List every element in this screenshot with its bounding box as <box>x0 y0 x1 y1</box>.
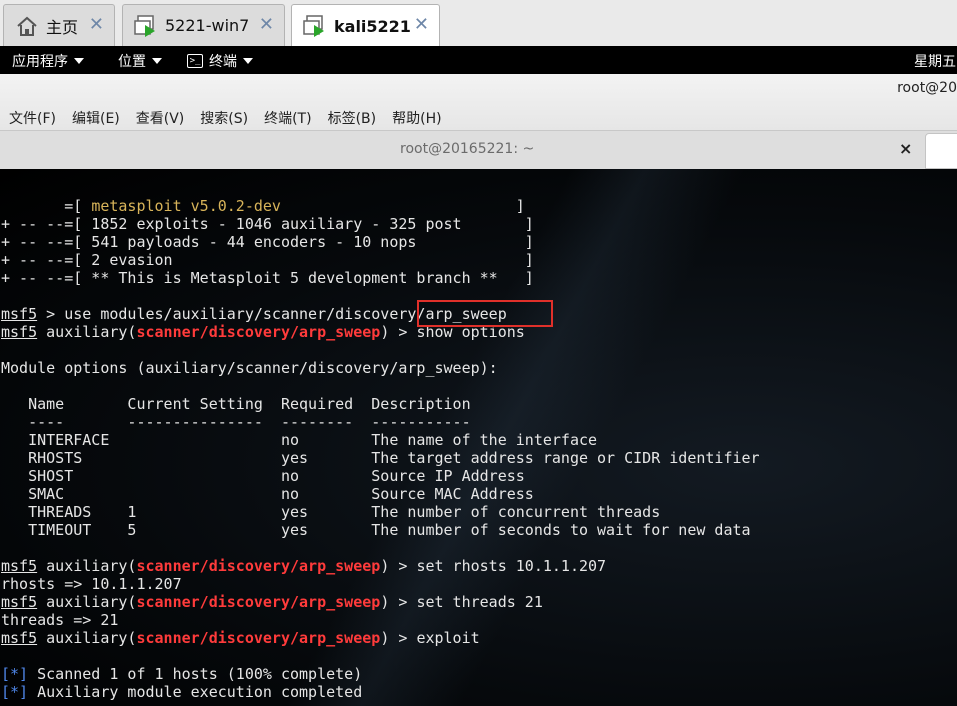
vm-tab-kali[interactable]: kali5221 ✕ <box>291 4 440 47</box>
vm-tab-label: kali5221 <box>334 16 411 36</box>
vm-tab-strip: 主页 ✕ 5221-win7 ✕ kali5221 ✕ <box>0 0 957 47</box>
close-icon[interactable]: ✕ <box>89 16 104 34</box>
status-line: [*] Scanned 1 of 1 hosts (100% complete) <box>1 665 760 683</box>
home-icon <box>14 13 40 39</box>
clock[interactable]: 星期五 <box>914 51 956 71</box>
prompt: msf5 <box>1 305 38 323</box>
prompt: msf5 <box>1 323 38 341</box>
places-menu-label: 位置 <box>118 54 146 70</box>
banner-line: + -- --=[ 1852 exploits - 1046 auxiliary… <box>1 215 534 233</box>
banner-version: metasploit v5.0.2-dev <box>91 197 281 215</box>
options-table-row: SMAC no Source MAC Address <box>1 485 534 503</box>
command-line: msf5 > use modules/auxiliary/scanner/dis… <box>1 305 760 323</box>
desktop-top-panel: 应用程序 位置 >_ 终端 星期五 <box>0 46 957 74</box>
menu-file[interactable]: 文件(F) <box>9 108 56 128</box>
prompt-module-prefix: auxiliary( <box>37 557 137 575</box>
banner-line: =[ metasploit v5.0.2-dev ] <box>1 197 760 215</box>
prompt-module-prefix: auxiliary( <box>37 593 137 611</box>
chevron-down-icon <box>243 58 253 64</box>
terminal-menu-label: 终端 <box>209 54 237 70</box>
command-output: rhosts => 10.1.1.207 <box>1 575 182 593</box>
banner-line: + -- --=[ 2 evasion ] <box>1 251 534 269</box>
prompt: msf5 <box>1 593 38 611</box>
prompt-module-suffix: ) > <box>380 557 417 575</box>
terminal-app-menu[interactable]: >_ 终端 <box>187 51 253 71</box>
menu-search[interactable]: 搜索(S) <box>200 108 248 128</box>
menu-edit[interactable]: 编辑(E) <box>72 108 120 128</box>
menubar: 文件(F) 编辑(E) 查看(V) 搜索(S) 终端(T) 标签(B) 帮助(H… <box>0 108 450 128</box>
command-line: msf5 auxiliary(scanner/discovery/arp_swe… <box>1 323 760 341</box>
menu-view[interactable]: 查看(V) <box>136 108 185 128</box>
applications-menu-label: 应用程序 <box>12 54 68 70</box>
prompt-module-prefix: auxiliary( <box>37 629 137 647</box>
vm-tab-label: 5221-win7 <box>165 16 250 35</box>
status-marker: [*] <box>1 683 29 701</box>
terminal-output[interactable]: =[ metasploit v5.0.2-dev ] + -- --=[ 185… <box>0 169 957 706</box>
prompt-module-path: scanner/discovery/arp_sweep <box>136 557 381 575</box>
prompt-module-suffix: ) > <box>380 593 417 611</box>
prompt-module-path: scanner/discovery/arp_sweep <box>136 593 381 611</box>
options-table-row: INTERFACE no The name of the interface <box>1 431 598 449</box>
banner-text: ] <box>280 197 525 215</box>
vm-tab-win7[interactable]: 5221-win7 ✕ <box>122 4 285 46</box>
terminal-tab-title[interactable]: root@20165221: ~ <box>400 141 534 157</box>
status-text: Auxiliary module execution completed <box>28 683 363 701</box>
menu-help[interactable]: 帮助(H) <box>392 108 441 128</box>
vm-running-icon <box>133 13 159 39</box>
window-header: root@20 文件(F) 编辑(E) 查看(V) 搜索(S) 终端(T) 标签… <box>0 74 957 130</box>
prompt-module-prefix: auxiliary( <box>37 323 137 341</box>
status-marker: [*] <box>1 665 29 683</box>
options-table-row: TIMEOUT 5 yes The number of seconds to w… <box>1 521 751 539</box>
options-table-rule: ---- --------------- -------- ----------… <box>1 413 471 431</box>
options-table-row: THREADS 1 yes The number of concurrent t… <box>1 503 661 521</box>
command-text: set threads 21 <box>416 593 543 611</box>
options-table-header: Name Current Setting Required Descriptio… <box>1 395 471 413</box>
options-table-row: RHOSTS yes The target address range or C… <box>1 449 760 467</box>
chevron-down-icon <box>74 58 84 64</box>
close-icon[interactable]: × <box>899 139 912 158</box>
command-line: msf5 auxiliary(scanner/discovery/arp_swe… <box>1 557 760 575</box>
vm-tab-label: 主页 <box>46 17 79 37</box>
vm-running-icon <box>302 13 328 39</box>
vm-tab-home[interactable]: 主页 ✕ <box>3 4 115 46</box>
command-output: threads => 21 <box>1 611 119 629</box>
places-menu[interactable]: 位置 <box>118 51 162 71</box>
banner-line: + -- --=[ ** This is Metasploit 5 develo… <box>1 269 534 287</box>
banner-line: + -- --=[ 541 payloads - 44 encoders - 1… <box>1 233 534 251</box>
prompt: msf5 <box>1 557 38 575</box>
status-line: [*] Auxiliary module execution completed <box>1 683 760 701</box>
options-header: Module options (auxiliary/scanner/discov… <box>1 359 498 377</box>
options-table-row: SHOST no Source IP Address <box>1 467 525 485</box>
prompt-module-path: scanner/discovery/arp_sweep <box>136 323 381 341</box>
command-line: msf5 auxiliary(scanner/discovery/arp_swe… <box>1 629 760 647</box>
terminal-lines: =[ metasploit v5.0.2-dev ] + -- --=[ 185… <box>1 197 760 701</box>
applications-menu[interactable]: 应用程序 <box>12 51 84 71</box>
command-text: set rhosts 10.1.1.207 <box>416 557 607 575</box>
annotation-highlight-box <box>417 300 553 327</box>
close-icon[interactable]: ✕ <box>259 16 274 34</box>
menu-terminal[interactable]: 终端(T) <box>264 108 311 128</box>
close-icon[interactable]: ✕ <box>414 16 429 34</box>
prompt-module-path: scanner/discovery/arp_sweep <box>136 629 381 647</box>
command-line: msf5 auxiliary(scanner/discovery/arp_swe… <box>1 593 760 611</box>
prompt-module-suffix: ) > <box>380 629 417 647</box>
status-text: Scanned 1 of 1 hosts (100% complete) <box>28 665 363 683</box>
terminal-icon: >_ <box>187 54 203 68</box>
prompt: msf5 <box>1 629 38 647</box>
terminal-tab-bar: root@20165221: ~ × <box>0 130 957 170</box>
command-text: exploit <box>416 629 480 647</box>
menu-tabs[interactable]: 标签(B) <box>328 108 377 128</box>
chevron-down-icon <box>152 58 162 64</box>
window-title: root@20 <box>897 80 957 96</box>
prompt-module-suffix: ) > <box>380 323 417 341</box>
banner-text: =[ <box>1 197 92 215</box>
terminal-tab-secondary[interactable] <box>925 133 957 169</box>
clock-label: 星期五 <box>914 54 956 70</box>
